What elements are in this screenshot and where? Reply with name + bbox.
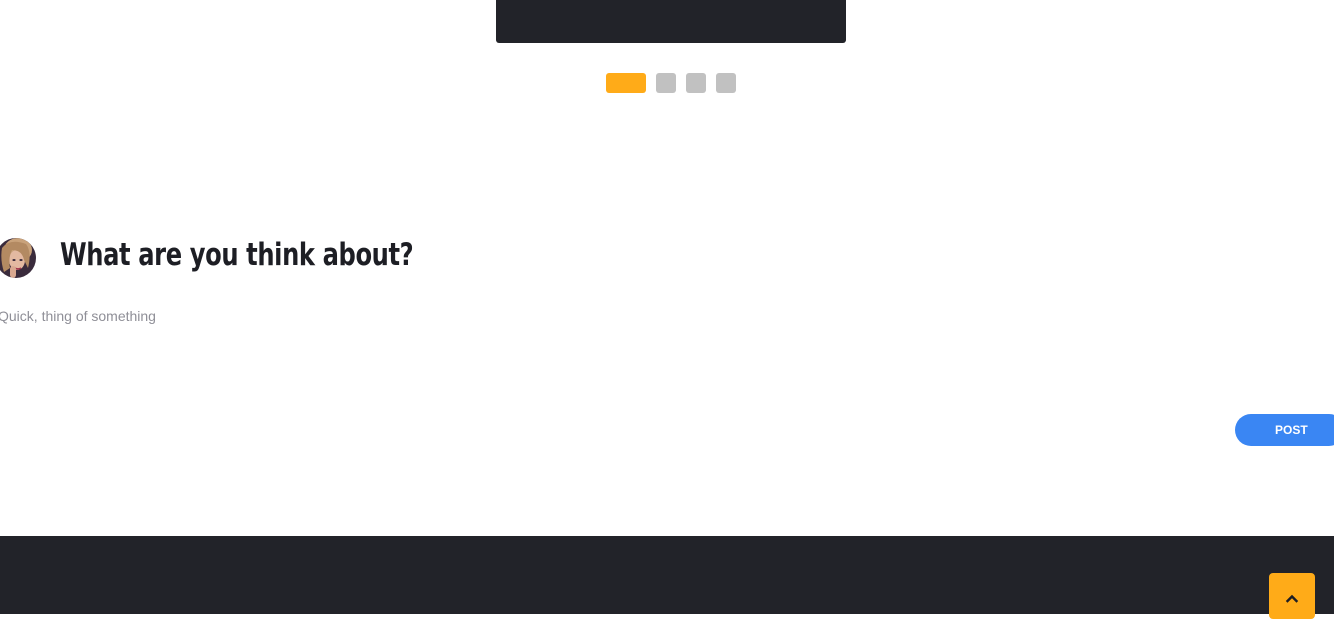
comment-heading: What are you think about? — [60, 237, 414, 273]
scroll-to-top-button[interactable] — [1269, 573, 1315, 619]
chevron-up-icon — [1285, 594, 1299, 603]
carousel-dot-3[interactable] — [686, 73, 706, 93]
post-button[interactable]: POST — [1235, 414, 1334, 446]
media-panel — [496, 0, 846, 43]
carousel-dot-4[interactable] — [716, 73, 736, 93]
comment-input[interactable] — [0, 304, 1198, 404]
carousel-dot-1[interactable] — [606, 73, 646, 93]
footer — [0, 536, 1334, 614]
avatar — [0, 238, 36, 278]
user-avatar-icon — [0, 238, 36, 278]
carousel-pagination — [606, 73, 736, 93]
carousel-dot-2[interactable] — [656, 73, 676, 93]
